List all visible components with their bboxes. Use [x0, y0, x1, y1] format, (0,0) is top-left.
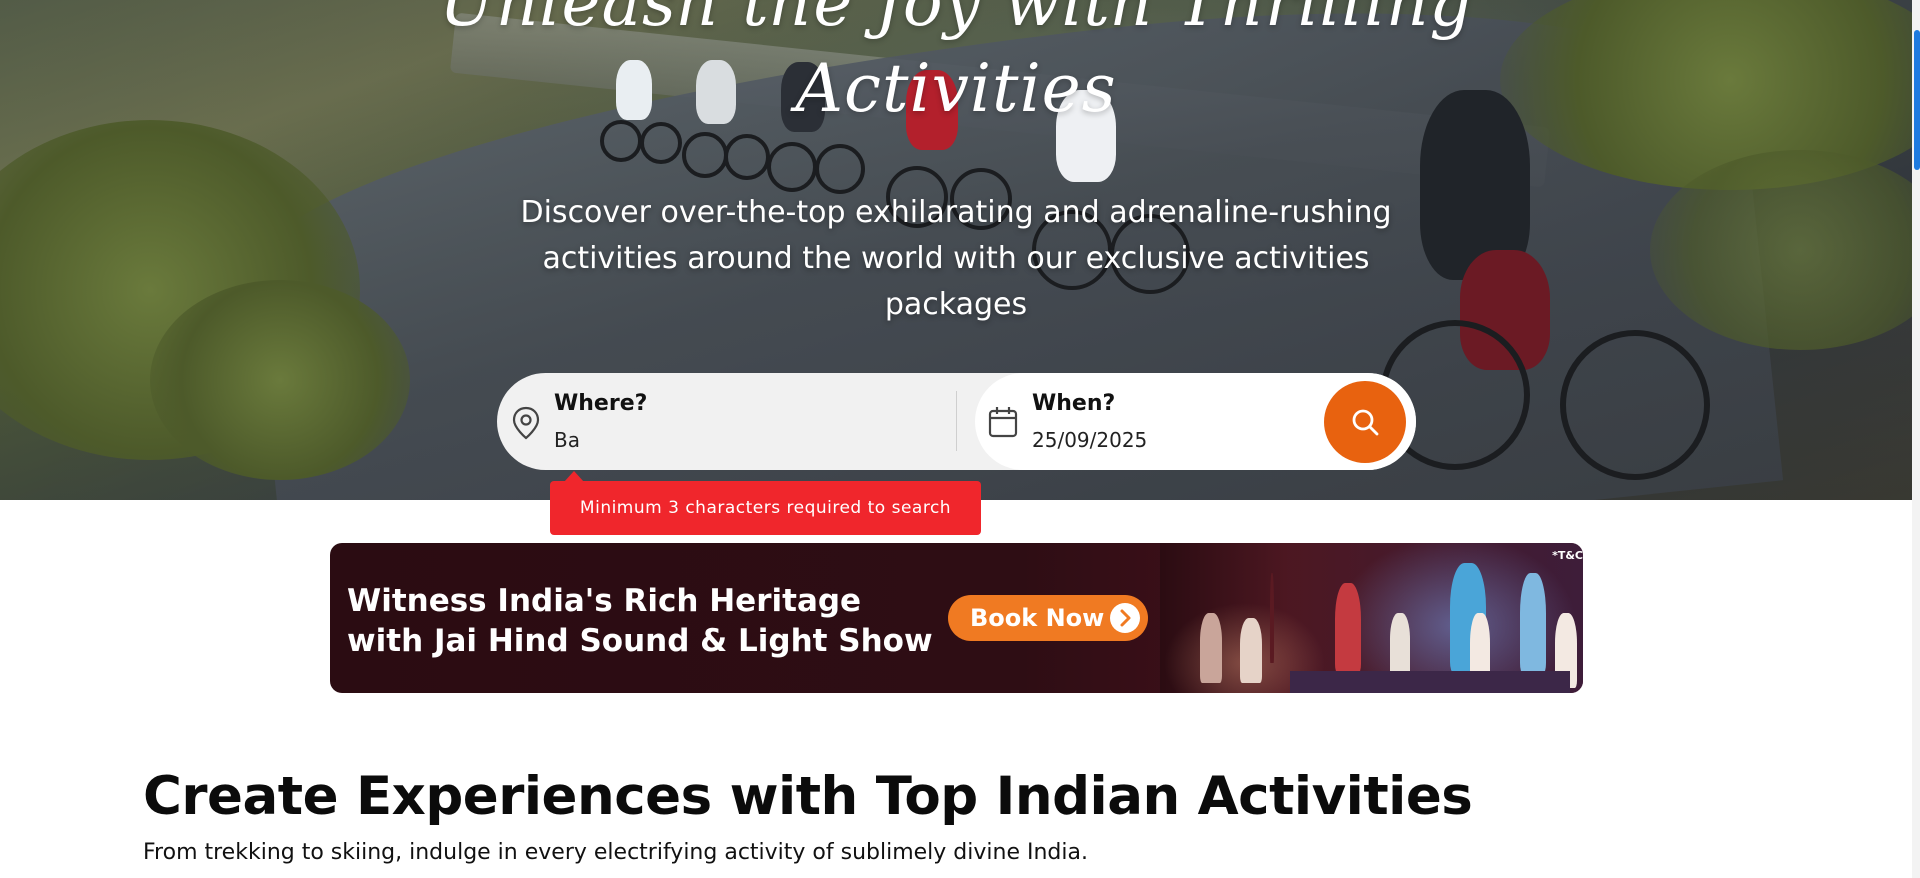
scrollbar-thumb[interactable] [1914, 30, 1920, 170]
book-now-button[interactable]: Book Now [948, 595, 1148, 641]
when-label: When? [1032, 391, 1116, 416]
section-title: Create Experiences with Top Indian Activ… [143, 766, 1473, 827]
where-label: Where? [554, 391, 648, 416]
search-icon [1352, 409, 1379, 436]
banner-heading-line2: with Jai Hind Sound & Light Show [347, 623, 933, 659]
hero-title: Unleash the Joy with Thrilling Activitie… [0, 0, 1912, 132]
banner-heading: Witness India's Rich Heritage with Jai H… [347, 581, 947, 661]
calendar-icon [988, 407, 1018, 438]
location-pin-icon [512, 406, 540, 440]
search-button[interactable] [1324, 381, 1406, 463]
hero-title-line1: Unleash the Joy with Thrilling [439, 0, 1473, 41]
banner-show-image [1160, 543, 1583, 693]
promo-banner[interactable]: *T&C Witness India's Rich Heritage with … [330, 543, 1583, 693]
search-bar: Where? Ba When? 25/09/2025 [497, 373, 1416, 470]
where-input[interactable]: Ba [554, 428, 580, 452]
error-tooltip: Minimum 3 characters required to search [550, 471, 981, 535]
page-scrollbar[interactable] [1912, 0, 1920, 878]
banner-heading-line1: Witness India's Rich Heritage [347, 583, 862, 619]
when-input[interactable]: 25/09/2025 [1032, 428, 1147, 452]
field-divider [956, 391, 957, 451]
where-field[interactable]: Where? Ba [497, 373, 957, 470]
hero-subtitle: Discover over-the-top exhilarating and a… [520, 195, 1392, 322]
hero-title-line2: Activities [795, 50, 1117, 127]
arrow-right-icon [1110, 603, 1140, 633]
section-subtitle: From trekking to skiing, indulge in ever… [143, 840, 1088, 865]
bush [150, 280, 410, 480]
terms-label: *T&C [1552, 549, 1583, 562]
book-now-label: Book Now [970, 604, 1105, 632]
